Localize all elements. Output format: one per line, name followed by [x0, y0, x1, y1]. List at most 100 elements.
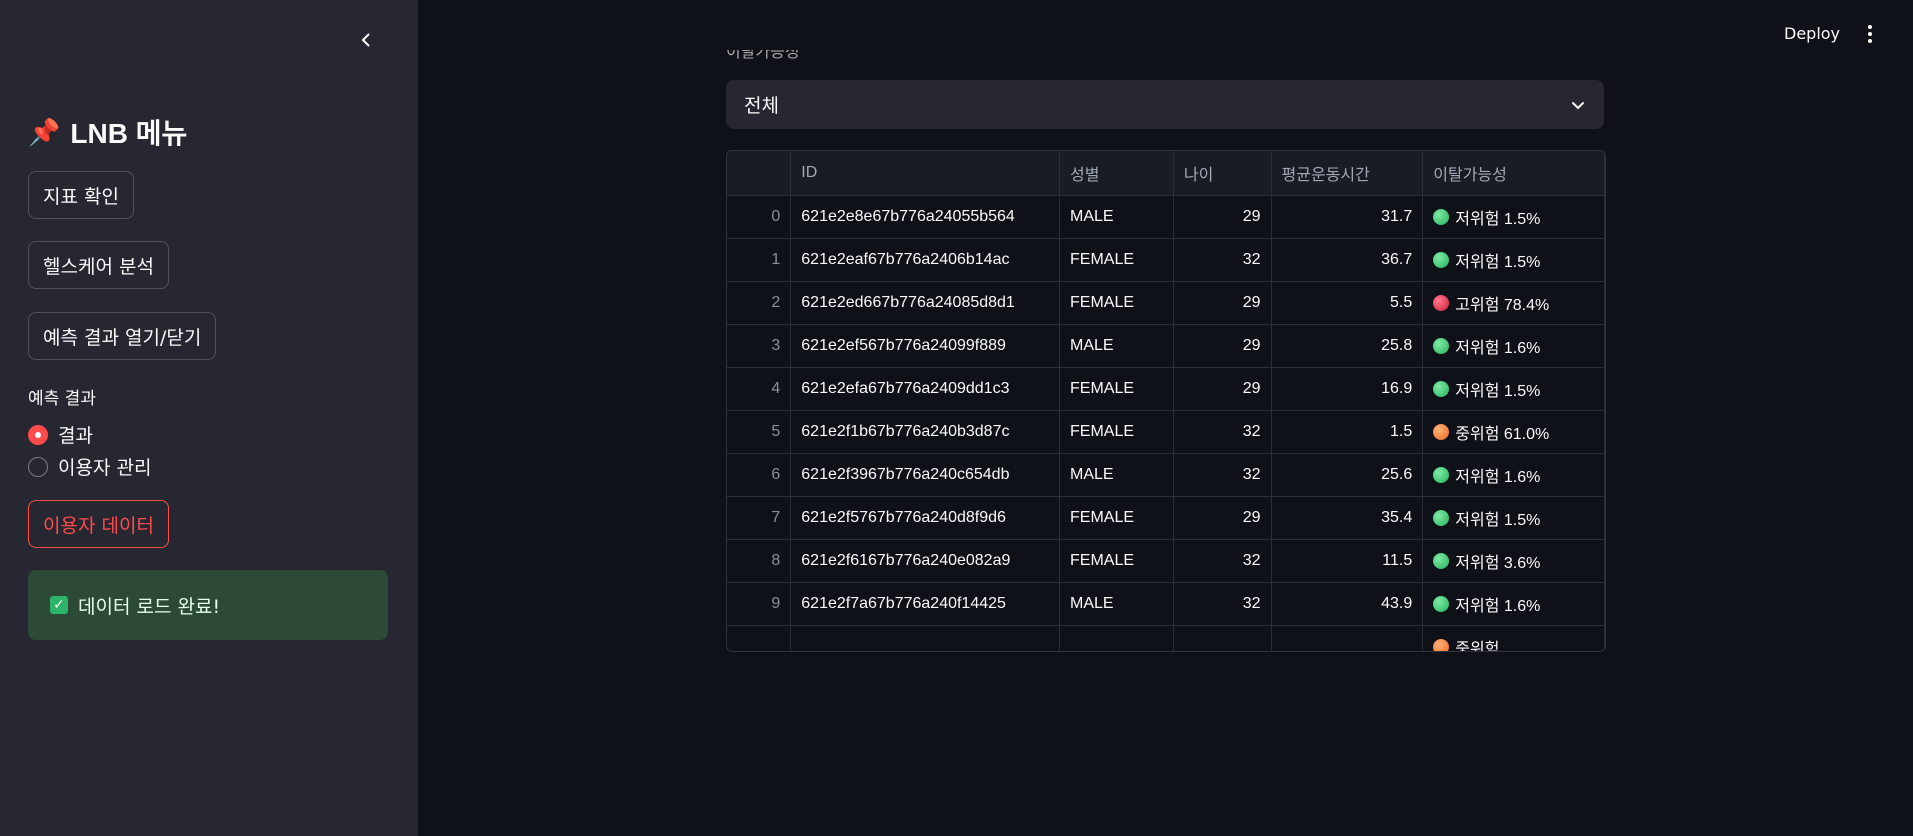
- cell-avg-exercise: 11.5: [1271, 539, 1424, 583]
- cell-id: 621e2ed667b776a24085d8d1: [790, 281, 1061, 325]
- collapse-sidebar-button[interactable]: [352, 26, 380, 54]
- table-row[interactable]: 7 621e2f5767b776a240d8f9d6 FEMALE 29 35.4 저위험…: [727, 496, 1605, 540]
- sidebar-title-text: LNB 메뉴: [70, 118, 188, 149]
- check-mark-icon: ✓: [50, 596, 68, 614]
- cell-gender: MALE: [1059, 324, 1174, 368]
- cell-churn-risk: 저위험 1.5%: [1422, 238, 1605, 282]
- risk-filter-select[interactable]: 전체: [726, 80, 1604, 129]
- table-row[interactable]: 9 621e2f7a67b776a240f14425 MALE 32 43.9 저위험 1…: [727, 582, 1605, 626]
- filter-label: 이탈가능성: [726, 50, 800, 61]
- cell-id: 621e2f3967b776a240c654db: [790, 453, 1061, 497]
- risk-text: 저위험 1.5%: [1455, 382, 1541, 400]
- table-row[interactable]: 2 621e2ed667b776a24085d8d1 FEMALE 29 5.5 고위험 …: [727, 281, 1605, 325]
- deploy-button[interactable]: Deploy: [1784, 24, 1840, 43]
- success-alert: ✓ 데이터 로드 완료!: [28, 570, 388, 640]
- cell-age: 29: [1173, 281, 1272, 325]
- risk-text: 중위험 61.0%: [1455, 425, 1550, 443]
- cell-age: 32: [1173, 410, 1272, 454]
- cell-index: 1: [727, 238, 792, 282]
- chevron-left-icon: [361, 33, 370, 47]
- column-header-age[interactable]: 나이: [1173, 151, 1272, 196]
- cell-id: 621e2f5767b776a240d8f9d6: [790, 496, 1061, 540]
- risk-text: 저위험 1.6%: [1455, 468, 1541, 486]
- green-circle-icon: [1433, 337, 1450, 354]
- cell-churn-risk: 저위험 3.6%: [1422, 539, 1605, 583]
- healthcare-analysis-button[interactable]: 헬스케어 분석: [28, 241, 169, 289]
- more-vertical-icon: [1862, 25, 1878, 43]
- risk-text: 중위험: [1455, 640, 1500, 652]
- radio-unselected-icon: [28, 456, 48, 477]
- cell-churn-risk: 저위험 1.6%: [1422, 324, 1605, 368]
- table-row[interactable]: 8 621e2f6167b776a240e082a9 FEMALE 32 11.5 저위험…: [727, 539, 1605, 583]
- green-circle-icon: [1433, 595, 1450, 612]
- cell-churn-risk: 저위험 1.6%: [1422, 582, 1605, 626]
- table-row[interactable]: 3 621e2ef567b776a24099f889 MALE 29 25.8 저위험 1…: [727, 324, 1605, 368]
- cell-gender: FEMALE: [1059, 281, 1174, 325]
- cell-avg-exercise: 36.7: [1271, 238, 1424, 282]
- column-header-index[interactable]: [727, 151, 792, 196]
- red-circle-icon: [1433, 294, 1450, 311]
- cell-index: 8: [727, 539, 792, 583]
- radio-selected-icon: [28, 424, 48, 445]
- cell-age: 32: [1173, 238, 1272, 282]
- cell-id: 621e2f6167b776a240e082a9: [790, 539, 1061, 583]
- data-table[interactable]: ID 성별 나이 평균운동시간 이탈가능성 0 621e2e8e67b776a24…: [726, 150, 1606, 652]
- orange-circle-icon: [1433, 638, 1450, 651]
- success-message: 데이터 로드 완료!: [78, 595, 221, 618]
- cell-churn-risk: 저위험 1.6%: [1422, 453, 1605, 497]
- cell-gender: FEMALE: [1059, 367, 1174, 411]
- cell-id: 621e2e8e67b776a24055b564: [790, 195, 1061, 239]
- cell-age: 29: [1173, 367, 1272, 411]
- column-header-gender[interactable]: 성별: [1059, 151, 1174, 196]
- radio-group-label: 예측 결과: [28, 389, 96, 409]
- orange-circle-icon: [1433, 423, 1450, 440]
- cell-gender: FEMALE: [1059, 539, 1174, 583]
- cell-index: 2: [727, 281, 792, 325]
- radio-option-label: 이용자 관리: [58, 457, 152, 479]
- cell-churn-risk: 저위험 1.5%: [1422, 496, 1605, 540]
- cell-age: 32: [1173, 582, 1272, 626]
- chevron-down-icon: [1572, 101, 1584, 109]
- cell-id: 621e2ef567b776a24099f889: [790, 324, 1061, 368]
- cell-index: 4: [727, 367, 792, 411]
- risk-text: 저위험 1.6%: [1455, 339, 1541, 357]
- cell-avg-exercise: 25.8: [1271, 324, 1424, 368]
- metrics-button[interactable]: 지표 확인: [28, 171, 134, 219]
- table-row[interactable]: 6 621e2f3967b776a240c654db MALE 32 25.6 저위험 1…: [727, 453, 1605, 497]
- cell-avg-exercise: 1.5: [1271, 410, 1424, 454]
- user-data-button[interactable]: 이용자 데이터: [28, 500, 169, 548]
- radio-option-user-management[interactable]: 이용자 관리: [28, 453, 151, 480]
- cell-gender: MALE: [1059, 195, 1174, 239]
- cell-avg-exercise: 35.4: [1271, 496, 1424, 540]
- table-row[interactable]: 1 621e2eaf67b776a2406b14ac FEMALE 32 36.7 저위험…: [727, 238, 1605, 282]
- column-header-avg-exercise[interactable]: 평균운동시간: [1271, 151, 1424, 196]
- cell-avg-exercise: 25.6: [1271, 453, 1424, 497]
- cell-churn-risk: 저위험 1.5%: [1422, 367, 1605, 411]
- radio-option-results[interactable]: 결과: [28, 421, 93, 448]
- cell-churn-risk: 중위험: [1422, 625, 1605, 652]
- cell-age: 29: [1173, 195, 1272, 239]
- table-row[interactable]: 4 621e2efa67b776a2409dd1c3 FEMALE 29 16.9 저위험…: [727, 367, 1605, 411]
- green-circle-icon: [1433, 380, 1450, 397]
- main-menu-button[interactable]: [1862, 22, 1878, 48]
- cell-gender: MALE: [1059, 453, 1174, 497]
- table-row[interactable]: 중위험: [727, 625, 1605, 652]
- risk-text: 저위험 1.5%: [1455, 210, 1541, 228]
- cell-index: 9: [727, 582, 792, 626]
- column-header-churn-risk[interactable]: 이탈가능성: [1422, 151, 1605, 196]
- cell-index: 5: [727, 410, 792, 454]
- cell-index: [727, 625, 792, 651]
- cell-id: 621e2f7a67b776a240f14425: [790, 582, 1061, 626]
- cell-age: 29: [1173, 496, 1272, 540]
- green-circle-icon: [1433, 208, 1450, 225]
- sidebar-title: 📌 LNB 메뉴: [28, 112, 187, 152]
- table-row[interactable]: 0 621e2e8e67b776a24055b564 MALE 29 31.7 저위험 1…: [727, 195, 1605, 239]
- toggle-results-button[interactable]: 예측 결과 열기/닫기: [28, 312, 217, 360]
- table-header-row: ID 성별 나이 평균운동시간 이탈가능성: [727, 151, 1605, 196]
- cell-avg-exercise: [1271, 625, 1424, 651]
- column-header-id[interactable]: ID: [790, 151, 1061, 196]
- green-circle-icon: [1433, 552, 1450, 569]
- green-circle-icon: [1433, 509, 1450, 526]
- cell-gender: FEMALE: [1059, 496, 1174, 540]
- table-row[interactable]: 5 621e2f1b67b776a240b3d87c FEMALE 32 1.5 중위험 …: [727, 410, 1605, 454]
